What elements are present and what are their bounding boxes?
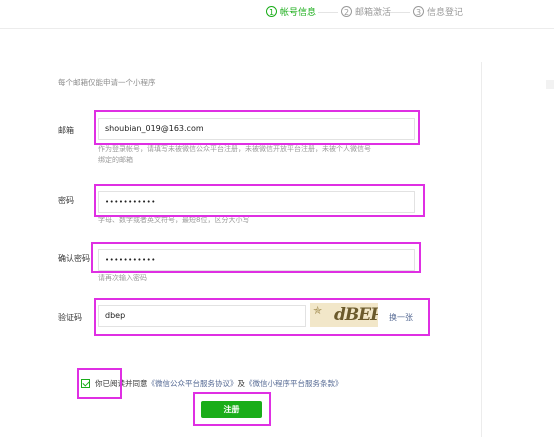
email-input[interactable]: shoubian_019@163.com bbox=[98, 118, 415, 140]
step-account-info: 1 帐号信息 bbox=[266, 5, 316, 18]
agreement-checkbox[interactable] bbox=[81, 379, 90, 388]
captcha-label: 验证码 bbox=[58, 313, 82, 322]
registration-stepper: 1 帐号信息 2 邮箱激活 3 信息登记 bbox=[0, 0, 554, 28]
agreement-connector: 及 bbox=[237, 379, 246, 388]
service-agreement-link[interactable]: 《微信公众平台服务协议》 bbox=[148, 378, 238, 389]
step-label-info-registration: 信息登记 bbox=[427, 8, 464, 18]
form-tip: 每个邮箱仅能申请一个小程序 bbox=[58, 78, 156, 87]
step-label-email-activation: 邮箱激活 bbox=[355, 8, 392, 18]
step-info-registration: 3 信息登记 bbox=[413, 5, 463, 18]
sidebar-divider bbox=[481, 62, 482, 437]
step-connector bbox=[318, 12, 338, 13]
mini-program-terms-link[interactable]: 《微信小程序平台服务条款》 bbox=[245, 378, 343, 389]
password-hint: 字母、数字或者英文符号，最短8位，区分大小写 bbox=[98, 216, 250, 224]
confirm-password-label: 确认密码 bbox=[58, 254, 90, 263]
email-hint-line1: 作为登录帐号，请填写未被微信公众平台注册，未被微信开放平台注册，未被个人微信号 bbox=[98, 145, 371, 153]
step-label-account-info: 帐号信息 bbox=[280, 8, 317, 18]
step-number-3: 3 bbox=[413, 6, 424, 17]
step-connector bbox=[390, 12, 410, 13]
step-number-2: 2 bbox=[341, 6, 352, 17]
email-label: 邮箱 bbox=[58, 126, 74, 135]
captcha-noise-icon: ✯ bbox=[313, 304, 323, 317]
agreement-row: 你已阅读并同意 《微信公众平台服务协议》 及 《微信小程序平台服务条款》 bbox=[81, 378, 343, 389]
confirm-password-input[interactable]: ••••••••••• bbox=[98, 249, 415, 271]
password-label: 密码 bbox=[58, 196, 74, 205]
header-divider bbox=[0, 28, 554, 29]
confirm-password-hint: 请再次输入密码 bbox=[98, 274, 147, 282]
sidebar-edge bbox=[546, 80, 554, 89]
captcha-input[interactable]: dbep bbox=[98, 305, 306, 327]
email-hint-line2: 绑定的邮箱 bbox=[98, 156, 133, 164]
captcha-image-text: dBEP bbox=[334, 305, 378, 325]
agreement-prefix: 你已阅读并同意 bbox=[95, 379, 148, 388]
captcha-refresh-link[interactable]: 换一张 bbox=[389, 312, 413, 323]
step-email-activation: 2 邮箱激活 bbox=[341, 5, 391, 18]
captcha-image[interactable]: ✯ dBEP bbox=[310, 303, 378, 327]
step-number-1: 1 bbox=[266, 6, 277, 17]
password-input[interactable]: ••••••••••• bbox=[98, 191, 415, 213]
register-button[interactable]: 注册 bbox=[201, 401, 262, 418]
